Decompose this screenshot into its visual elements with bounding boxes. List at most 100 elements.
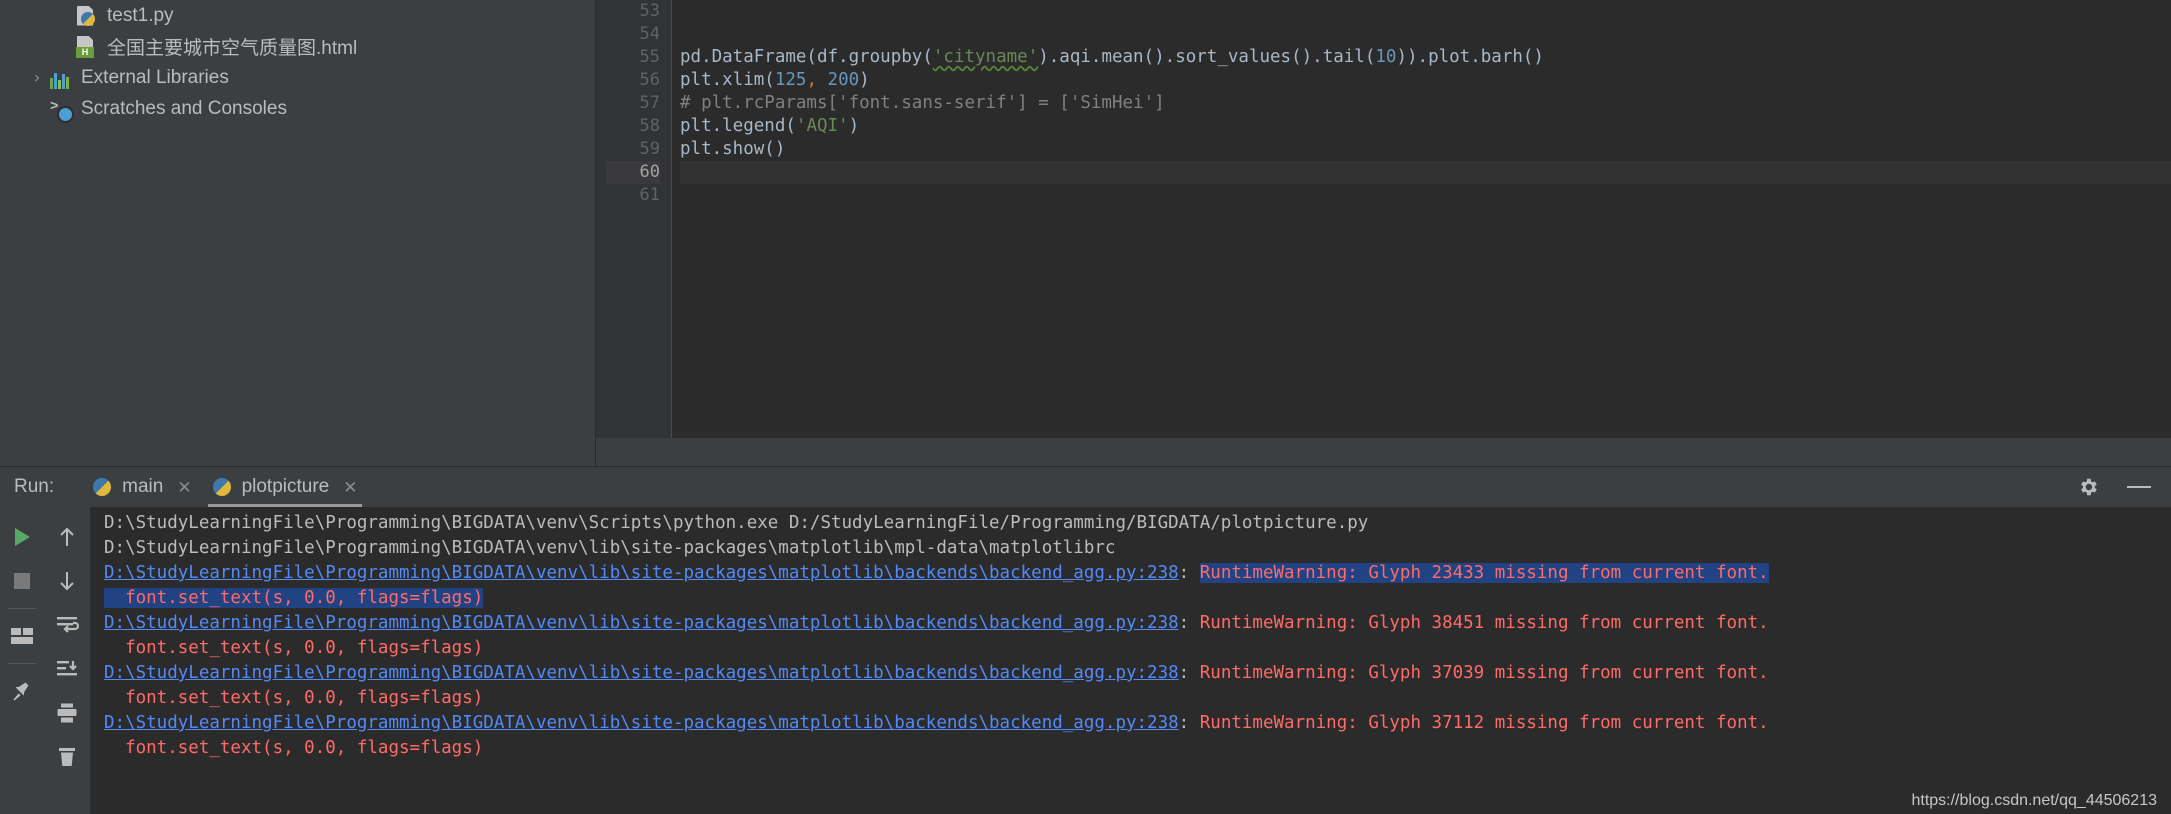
tree-arrow-spacer bbox=[50, 38, 76, 55]
code-token: plt.legend( bbox=[680, 116, 796, 136]
scroll-to-end-button[interactable] bbox=[47, 649, 87, 689]
code-token: 'cityname' bbox=[932, 47, 1039, 67]
tree-item-3[interactable]: Scratches and Consoles bbox=[0, 93, 595, 124]
console-text: RuntimeWarning: Glyph 37112 missing from… bbox=[1199, 713, 1769, 733]
tree-item-label: 全国主要城市空气质量图.html bbox=[107, 38, 358, 59]
editor-bottom-strip bbox=[596, 438, 2171, 466]
console-text: font.set_text(s, 0.0, flags=flags) bbox=[104, 738, 484, 758]
close-icon[interactable]: ✕ bbox=[343, 479, 357, 496]
layout-icon bbox=[11, 628, 33, 644]
code-token: 125 bbox=[774, 70, 807, 90]
line-number: 58 bbox=[639, 116, 660, 136]
console-line: font.set_text(s, 0.0, flags=flags) bbox=[90, 686, 2171, 711]
watermark-text: https://blog.csdn.net/qq_44506213 bbox=[1911, 792, 2157, 809]
python-icon bbox=[212, 477, 232, 497]
tree-item-0[interactable]: test1.py bbox=[0, 0, 595, 31]
arrow-down-icon bbox=[60, 572, 74, 591]
stop-button[interactable] bbox=[2, 561, 42, 601]
run-tabbar-actions bbox=[2077, 467, 2171, 507]
console-output[interactable]: D:\StudyLearningFile\Programming\BIGDATA… bbox=[90, 507, 2171, 814]
console-line: font.set_text(s, 0.0, flags=flags) bbox=[90, 736, 2171, 761]
code-text-area[interactable]: pd.DataFrame(df.groupby('cityname').aqi.… bbox=[671, 0, 2171, 466]
tree-item-1[interactable]: 全国主要城市空气质量图.html bbox=[0, 31, 595, 62]
editor-left-strip bbox=[596, 0, 606, 466]
run-tab-plotpicture[interactable]: plotpicture ✕ bbox=[202, 467, 368, 507]
console-text: : bbox=[1178, 663, 1200, 683]
run-tab-main[interactable]: main ✕ bbox=[82, 467, 201, 507]
library-icon bbox=[50, 67, 72, 89]
code-token: 'AQI' bbox=[795, 116, 849, 136]
run-tab-label: main bbox=[122, 476, 164, 497]
console-line: font.set_text(s, 0.0, flags=flags) bbox=[90, 636, 2171, 661]
toolbar-divider-2 bbox=[8, 663, 36, 664]
chevron-right-icon[interactable]: › bbox=[24, 69, 50, 86]
console-link[interactable]: D:\StudyLearningFile\Programming\BIGDATA… bbox=[104, 713, 1179, 733]
console-text: : bbox=[1178, 563, 1200, 583]
printer-icon bbox=[57, 703, 77, 723]
project-tree: test1.py 全国主要城市空气质量图.html › External Libra… bbox=[0, 0, 595, 124]
code-token: # plt.rcParams['font.sans-serif'] = ['Si… bbox=[680, 93, 1165, 113]
tree-item-label: test1.py bbox=[107, 4, 174, 26]
console-link[interactable]: D:\StudyLearningFile\Programming\BIGDATA… bbox=[104, 563, 1179, 583]
html-file-icon bbox=[76, 36, 98, 58]
tree-arrow-spacer bbox=[50, 7, 76, 24]
soft-wrap-icon bbox=[57, 617, 79, 633]
arrow-up-icon bbox=[60, 527, 74, 546]
code-token: 10 bbox=[1375, 47, 1397, 67]
console-text: : bbox=[1178, 713, 1200, 733]
play-icon bbox=[14, 528, 30, 546]
line-number: 55 bbox=[639, 47, 660, 67]
pycharm-window: test1.py 全国主要城市空气质量图.html › External Libra… bbox=[0, 0, 2171, 814]
line-number: 61 bbox=[639, 185, 660, 205]
console-line: D:\StudyLearningFile\Programming\BIGDATA… bbox=[90, 711, 2171, 736]
tree-item-2[interactable]: › External Libraries bbox=[0, 62, 595, 93]
console-line: D:\StudyLearningFile\Programming\BIGDATA… bbox=[90, 611, 2171, 636]
close-icon[interactable]: ✕ bbox=[177, 479, 191, 496]
tree-item-label: Scratches and Consoles bbox=[81, 97, 287, 119]
run-tab-label: plotpicture bbox=[241, 476, 330, 497]
trash-icon bbox=[59, 748, 75, 766]
scratches-icon bbox=[50, 98, 74, 123]
code-token: ).aqi.mean().sort_values().tail( bbox=[1038, 47, 1376, 67]
console-text: D:\StudyLearningFile\Programming\BIGDATA… bbox=[104, 513, 1369, 533]
soft-wrap-button[interactable] bbox=[47, 605, 87, 645]
code-token: , bbox=[806, 70, 817, 90]
code-token: ) bbox=[859, 70, 870, 90]
print-button[interactable] bbox=[47, 693, 87, 733]
console-lines: D:\StudyLearningFile\Programming\BIGDATA… bbox=[90, 511, 2171, 761]
console-text: RuntimeWarning: Glyph 23433 missing from… bbox=[1199, 563, 1769, 583]
line-number: 53 bbox=[639, 1, 660, 21]
run-toolbar-primary bbox=[0, 507, 44, 814]
console-line: D:\StudyLearningFile\Programming\BIGDATA… bbox=[90, 561, 2171, 586]
code-token: pd.DataFrame(df.groupby( bbox=[680, 47, 933, 67]
clear-all-button[interactable] bbox=[47, 737, 87, 777]
console-line: D:\StudyLearningFile\Programming\BIGDATA… bbox=[90, 661, 2171, 686]
rerun-button[interactable] bbox=[2, 517, 42, 557]
toolbar-divider bbox=[8, 608, 36, 609]
line-number: 60 bbox=[606, 161, 660, 184]
project-tree-pane: test1.py 全国主要城市空气质量图.html › External Libra… bbox=[0, 0, 596, 466]
restore-layout-button[interactable] bbox=[2, 616, 42, 656]
console-text: RuntimeWarning: Glyph 37039 missing from… bbox=[1199, 663, 1769, 683]
down-button[interactable] bbox=[47, 561, 87, 601]
code-line: plt.xlim(125, 200) bbox=[680, 69, 2171, 92]
line-number: 57 bbox=[639, 93, 660, 113]
run-toolbar-secondary bbox=[44, 507, 90, 814]
line-number: 54 bbox=[639, 24, 660, 44]
code-editor-pane[interactable]: 53 54 55 56 57 58 59 60 61 pd.DataFrame(df.group… bbox=[596, 0, 2171, 466]
pin-tab-button[interactable] bbox=[2, 671, 42, 711]
up-button[interactable] bbox=[47, 517, 87, 557]
gear-icon[interactable] bbox=[2077, 476, 2099, 498]
console-link[interactable]: D:\StudyLearningFile\Programming\BIGDATA… bbox=[104, 663, 1179, 683]
code-line: pd.DataFrame(df.groupby('cityname').aqi.… bbox=[680, 46, 2171, 69]
minimize-icon[interactable] bbox=[2127, 486, 2151, 488]
run-tool-window: Run: main ✕ plotpicture ✕ D:\StudyLearni… bbox=[0, 466, 2171, 814]
console-link[interactable]: D:\StudyLearningFile\Programming\BIGDATA… bbox=[104, 613, 1179, 633]
code-line: # plt.rcParams['font.sans-serif'] = ['Si… bbox=[680, 92, 2171, 115]
run-window-label: Run: bbox=[14, 476, 55, 497]
stop-icon bbox=[14, 573, 30, 589]
console-line: D:\StudyLearningFile\Programming\BIGDATA… bbox=[90, 536, 2171, 561]
